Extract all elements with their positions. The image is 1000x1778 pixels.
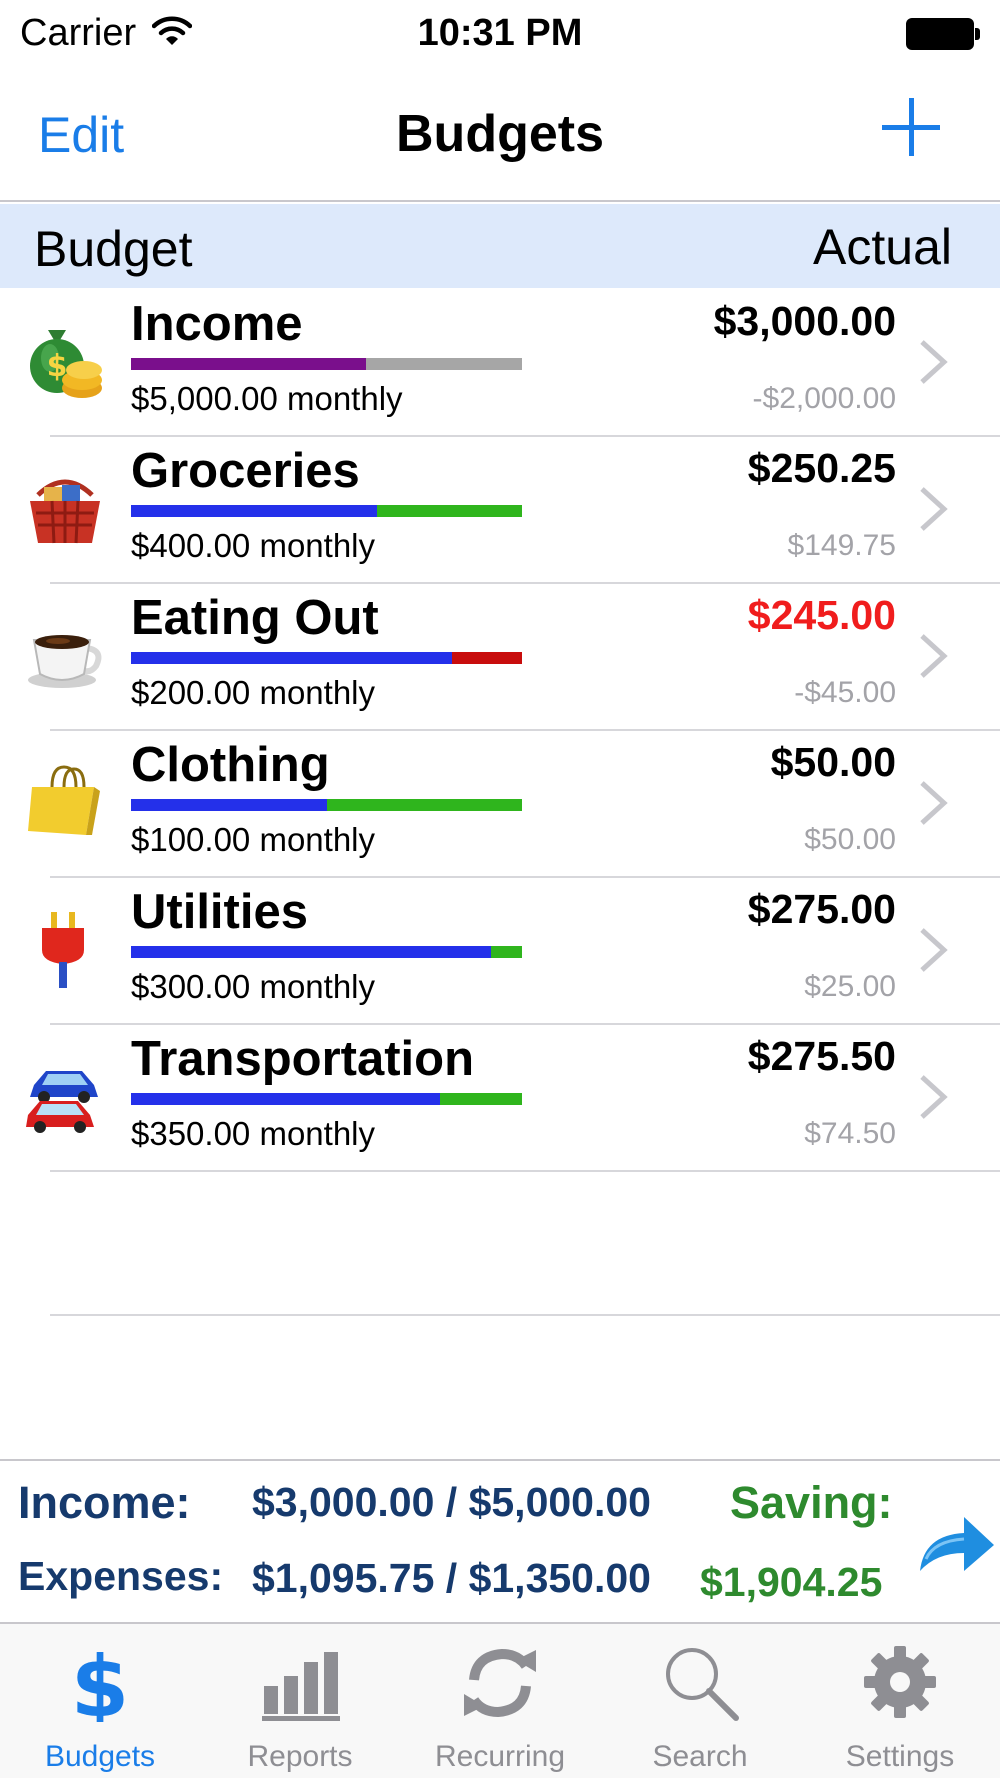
section-header: Budget Actual bbox=[0, 204, 1000, 288]
budget-row-groceries[interactable]: Groceries $400.00 monthly $250.25 $149.7… bbox=[0, 437, 1000, 584]
chevron-right-icon bbox=[920, 781, 948, 825]
budget-name: Utilities bbox=[131, 885, 308, 939]
magnifier-icon bbox=[666, 1648, 739, 1721]
budget-amount: $200.00 monthly bbox=[131, 674, 376, 711]
budget-progress-bar bbox=[131, 799, 522, 811]
tab-search[interactable]: Search bbox=[600, 1624, 800, 1778]
grocery-basket-icon bbox=[30, 479, 100, 544]
battery-icon bbox=[906, 18, 980, 50]
remaining-amount: $74.50 bbox=[804, 1117, 896, 1150]
budget-progress-bar bbox=[131, 1093, 522, 1105]
budget-name: Clothing bbox=[131, 738, 330, 792]
expenses-summary-label: Expenses: bbox=[18, 1553, 224, 1599]
budget-amount: $350.00 monthly bbox=[131, 1115, 376, 1152]
budget-row-eating-out[interactable]: Eating Out $200.00 monthly $245.00 -$45.… bbox=[0, 584, 1000, 731]
budget-amount: $300.00 monthly bbox=[131, 968, 376, 1005]
tab-label: Recurring bbox=[434, 1740, 566, 1773]
budget-name: Groceries bbox=[131, 444, 360, 498]
remaining-amount: -$45.00 bbox=[794, 676, 896, 709]
share-arrow-icon[interactable] bbox=[916, 1509, 996, 1575]
chevron-right-icon bbox=[920, 634, 948, 678]
remaining-amount: -$2,000.00 bbox=[752, 382, 896, 415]
income-summary-label: Income: bbox=[18, 1477, 191, 1528]
recurring-arrows-icon bbox=[464, 1648, 536, 1718]
budget-name: Eating Out bbox=[131, 591, 379, 645]
status-time: 10:31 PM bbox=[417, 12, 583, 54]
budget-progress-bar bbox=[131, 505, 522, 517]
budget-row-utilities[interactable]: Utilities $300.00 monthly $275.00 $25.00 bbox=[0, 878, 1000, 1025]
tab-label: Search bbox=[652, 1740, 748, 1773]
tab-settings[interactable]: Settings bbox=[800, 1624, 1000, 1778]
chevron-right-icon bbox=[920, 487, 948, 531]
status-bar: Carrier 10:31 PM bbox=[0, 0, 1000, 70]
budget-name: Income bbox=[131, 297, 303, 351]
budget-row-income[interactable]: $ Income $5,000.00 monthly $3,000.00 -$2… bbox=[0, 290, 1000, 437]
actual-amount: $275.50 bbox=[747, 1033, 896, 1079]
tab-label: Settings bbox=[845, 1740, 955, 1773]
budget-row-transportation[interactable]: Transportation $350.00 monthly $275.50 $… bbox=[0, 1025, 1000, 1172]
income-summary-value: $3,000.00 / $5,000.00 bbox=[252, 1479, 651, 1525]
budget-amount: $100.00 monthly bbox=[131, 821, 376, 858]
power-plug-icon bbox=[42, 912, 84, 988]
dollar-icon: $ bbox=[71, 1642, 129, 1722]
tab-bar: $ Budgets Reports Recurring Search Setti… bbox=[0, 1622, 1000, 1778]
actual-amount: $3,000.00 bbox=[713, 298, 896, 344]
actual-amount: $50.00 bbox=[770, 739, 896, 785]
budget-amount: $400.00 monthly bbox=[131, 527, 376, 564]
budget-row-clothing[interactable]: Clothing $100.00 monthly $50.00 $50.00 bbox=[0, 731, 1000, 878]
tab-budgets[interactable]: $ Budgets bbox=[0, 1624, 200, 1778]
remaining-amount: $25.00 bbox=[804, 970, 896, 1003]
actual-column-header: Actual bbox=[813, 219, 952, 275]
remaining-amount: $149.75 bbox=[787, 529, 896, 562]
actual-amount: $250.25 bbox=[747, 445, 896, 491]
chevron-right-icon bbox=[920, 1075, 948, 1119]
svg-text:$: $ bbox=[71, 1642, 129, 1722]
shopping-bag-icon bbox=[28, 765, 100, 835]
summary-panel: Income: $3,000.00 / $5,000.00 Expenses: … bbox=[0, 1459, 1000, 1622]
budget-list: $ Income $5,000.00 monthly $3,000.00 -$2… bbox=[0, 290, 1000, 1172]
remaining-amount: $50.00 bbox=[804, 823, 896, 856]
budget-column-header: Budget bbox=[34, 221, 193, 277]
coffee-cup-icon bbox=[28, 635, 102, 688]
saving-value: $1,904.25 bbox=[700, 1559, 883, 1605]
gear-icon bbox=[864, 1646, 936, 1718]
empty-row-separator bbox=[50, 1314, 1000, 1316]
saving-label: Saving: bbox=[730, 1477, 893, 1528]
money-bag-icon: $ bbox=[30, 330, 102, 398]
page-title: Budgets bbox=[396, 105, 604, 163]
tab-label: Reports bbox=[247, 1740, 353, 1773]
chevron-right-icon bbox=[920, 340, 948, 384]
cars-icon bbox=[26, 1071, 98, 1133]
budget-progress-bar bbox=[131, 946, 522, 958]
budget-amount: $5,000.00 monthly bbox=[131, 380, 403, 417]
chevron-right-icon bbox=[920, 928, 948, 972]
budget-progress-bar bbox=[131, 652, 522, 664]
expenses-summary-value: $1,095.75 / $1,350.00 bbox=[252, 1555, 651, 1601]
actual-amount: $275.00 bbox=[747, 886, 896, 932]
add-budget-button[interactable] bbox=[882, 98, 940, 156]
navigation-bar: Edit Budgets bbox=[0, 70, 1000, 202]
tab-recurring[interactable]: Recurring bbox=[400, 1624, 600, 1778]
bar-chart-icon bbox=[262, 1652, 340, 1721]
actual-amount: $245.00 bbox=[747, 592, 896, 638]
budget-progress-bar bbox=[131, 358, 522, 370]
budget-name: Transportation bbox=[131, 1032, 475, 1086]
tab-label: Budgets bbox=[44, 1740, 156, 1773]
tab-reports[interactable]: Reports bbox=[200, 1624, 400, 1778]
